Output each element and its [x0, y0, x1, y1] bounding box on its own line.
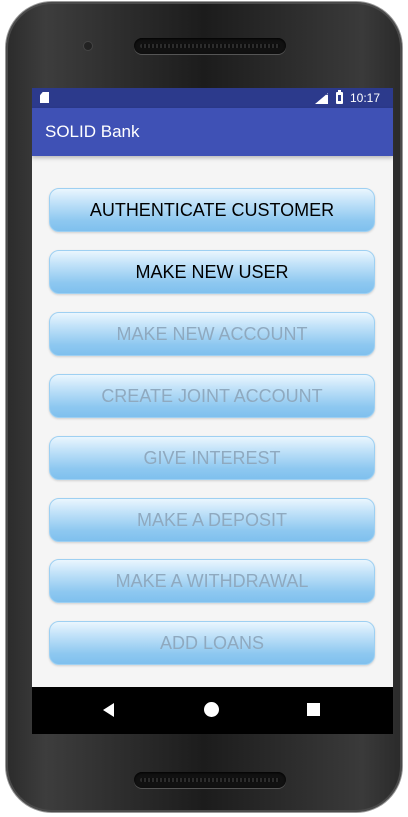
- create-joint-account-button[interactable]: CREATE JOINT ACCOUNT: [49, 374, 375, 418]
- top-speaker: [134, 38, 286, 54]
- battery-icon: [336, 90, 343, 104]
- navigation-bar: [32, 687, 393, 734]
- give-interest-button[interactable]: GIVE INTEREST: [49, 436, 375, 480]
- app-title: SOLID Bank: [45, 122, 140, 141]
- add-loans-button[interactable]: ADD LOANS: [49, 621, 375, 665]
- clock: 10:17: [350, 91, 381, 105]
- screen: LTE 10:17 SOLID Bank AUTHENTICATE CUSTOM…: [32, 88, 393, 734]
- network-label: LTE: [319, 91, 330, 97]
- sd-card-icon: [40, 92, 49, 103]
- status-bar: LTE 10:17: [32, 88, 393, 108]
- app-bar: SOLID Bank: [32, 108, 393, 156]
- make-a-withdrawal-button[interactable]: MAKE A WITHDRAWAL: [49, 559, 375, 603]
- home-icon[interactable]: [204, 702, 219, 717]
- back-icon[interactable]: [103, 703, 114, 717]
- make-new-user-button[interactable]: MAKE NEW USER: [49, 250, 375, 294]
- authenticate-customer-button[interactable]: AUTHENTICATE CUSTOMER: [49, 188, 375, 232]
- camera-icon: [84, 42, 92, 50]
- phone-frame: LTE 10:17 SOLID Bank AUTHENTICATE CUSTOM…: [6, 2, 402, 812]
- make-a-deposit-button[interactable]: MAKE A DEPOSIT: [49, 498, 375, 542]
- bottom-speaker: [134, 772, 286, 788]
- make-new-account-button[interactable]: MAKE NEW ACCOUNT: [49, 312, 375, 356]
- recents-icon[interactable]: [307, 703, 320, 716]
